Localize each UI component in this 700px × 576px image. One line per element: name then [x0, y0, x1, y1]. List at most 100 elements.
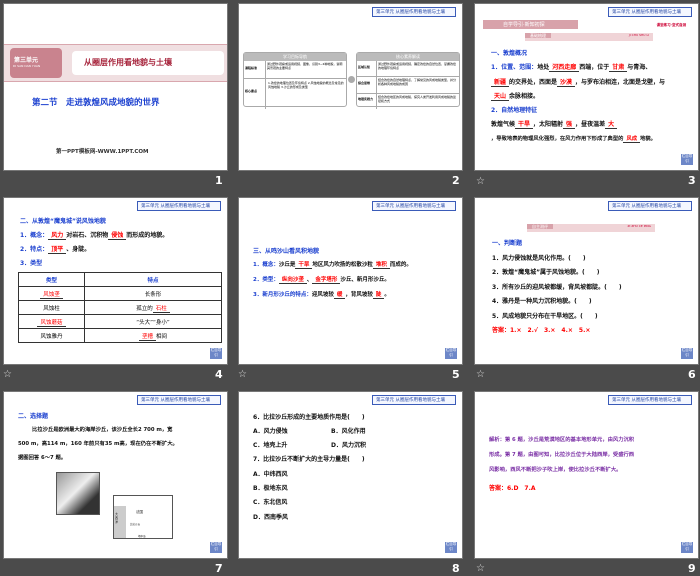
answer-blank: 缓	[333, 292, 346, 299]
answer-text: 答案：1.× 2.√ 3.× 4.× 5.×	[492, 327, 591, 334]
row-text: 1.敦煌的地理位置及环境特点 2.风蚀地貌的概念及常见的风蚀地貌 3.沙丘的形成…	[268, 81, 344, 89]
section-banner: 自学导引·新知初探	[483, 20, 578, 29]
connector-icon	[348, 76, 355, 83]
heading: 一、判断题	[492, 240, 523, 247]
nav-button[interactable]: 栏目导引	[445, 542, 457, 553]
slide-number: 2	[452, 174, 460, 187]
unit-header-badge: 第三单元 从圈层作用看地貌与土壤	[372, 7, 456, 17]
text: ，背风坡较	[345, 292, 373, 298]
question-item: 3．所有沙丘的迎风坡都缓，背风坡都陡。( )	[492, 284, 622, 291]
question-item: 1．风力侵蚀就是风化作用。( )	[492, 255, 586, 262]
slide-number: 3	[688, 174, 696, 187]
banner-right: 课堂练习·变式自测	[656, 23, 686, 27]
slide-thumbnail-6[interactable]: 第三单元 从圈层作用看地貌与土壤 自主测评 ZI ZHU CE PING 一、判断…	[474, 197, 699, 365]
feature-text: 相间	[156, 333, 168, 340]
map-label: 比拉沙丘	[130, 523, 141, 526]
text: 而形成的地貌。	[126, 232, 169, 239]
sub-banner-pinyin: ZI ZHU CE PING	[627, 224, 651, 228]
question-item: 4．雅丹是一种风力沉积地貌。( )	[492, 298, 592, 305]
text: 余脉相接。	[509, 93, 540, 100]
unit-header-badge: 第三单元 从圈层作用看地貌与土壤	[608, 7, 692, 17]
row-text: 结合敦煌地区的风成地貌，探究人类开发利用风成地貌的途径和方式	[378, 95, 457, 103]
answer-blank: 河西走廊	[549, 64, 580, 72]
column-header: 类型	[18, 272, 85, 287]
nav-button[interactable]: 栏目导引	[681, 154, 693, 165]
answer-blank: 强	[563, 121, 576, 129]
heading: 三、从鸣沙山看风积地貌	[253, 248, 320, 255]
answer-text: 答案：6.D 7.A	[489, 485, 536, 492]
analysis-line: 风影响，西风不断把沙子吹上岸，使比拉沙丘不断扩大。	[489, 467, 622, 473]
row-label: 综合思维	[357, 77, 377, 93]
answer-blank: 大	[605, 121, 618, 129]
question-text: 7．比拉沙丘不断扩大的主导力量是( )	[253, 456, 365, 463]
option: D．风力沉积	[331, 442, 366, 449]
label: 1．位置、范围：	[491, 64, 538, 71]
text: 与青海、	[627, 64, 652, 71]
option: A．中纬西风	[253, 471, 288, 478]
star-icon[interactable]: ☆	[476, 369, 485, 380]
answer-blank: 沙漠	[557, 79, 576, 87]
question-item: 5．风成地貌只分布在干旱地区。( )	[492, 313, 598, 320]
slide-thumbnail-3[interactable]: 第三单元 从圈层作用看地貌与土壤 自学导引·新知初探 课堂练习·变式自测 基础梳…	[474, 3, 699, 171]
slide-thumbnail-4[interactable]: 第三单元 从圈层作用看地貌与土壤 二、从敦煌“魔鬼城”说风蚀地貌 1．概念： 风力…	[3, 197, 228, 365]
text: 沙丘是	[278, 262, 296, 268]
option: A．风力侵蚀	[253, 428, 288, 435]
text: 地貌。	[640, 136, 656, 142]
text: 地处	[537, 64, 550, 71]
star-icon[interactable]: ☆	[476, 176, 485, 187]
text: ，导致地表的物理风化强烈，在风力作用下形成了典型的	[491, 136, 624, 142]
slide-thumbnail-7[interactable]: 第三单元 从圈层作用看地貌与土壤 二、选择题 比拉沙丘是欧洲最大的海岸沙丘，该沙…	[3, 391, 228, 559]
nav-button[interactable]: 栏目导引	[210, 348, 222, 359]
type-cell: 风蚀蘑菇	[37, 319, 66, 327]
map-label: 大西洋	[115, 512, 119, 524]
answer-blank: 纵向沙垄	[278, 277, 307, 284]
location-map: 法国 大西洋 比拉沙丘 地中海	[113, 495, 173, 539]
column-header: 特点	[84, 272, 222, 287]
label: 2．特点：	[20, 246, 49, 253]
answer-blank: 侵蚀	[108, 232, 127, 240]
analysis-line: 解析：第 6 题，沙丘是荒漠地区的基本地形单元，由风力沉积	[489, 437, 635, 443]
slide-thumbnail-5[interactable]: 第三单元 从圈层作用看地貌与土壤 三、从鸣沙山看风积地貌 1．概念：沙丘是 干旱地…	[238, 197, 463, 365]
nav-button[interactable]: 栏目导引	[681, 348, 693, 359]
heading: 二、选择题	[18, 413, 49, 420]
label: 3．新月形沙丘的特点：	[253, 292, 312, 298]
nav-button[interactable]: 栏目导引	[210, 542, 222, 553]
slide-number: 8	[452, 562, 460, 575]
paragraph-line: 500 m，高114 m，160 年前只有35 m高，现在仍在不断扩大。	[18, 441, 178, 447]
unit-header-badge: 第三单元 从圈层作用看地貌与土壤	[608, 201, 692, 211]
question-text: 6．比拉沙丘形成的主要地质作用是( )	[253, 414, 365, 421]
map-label: 法国	[136, 510, 143, 514]
nav-button[interactable]: 栏目导引	[445, 348, 457, 359]
text: 地区风力吹扬的松散沙粒	[312, 262, 373, 268]
unit-label: 第三单元	[14, 57, 39, 64]
footer-text: 第一PPT模板网-WWW.1PPT.COM	[56, 149, 149, 155]
option: B．极地东风	[253, 485, 288, 492]
text: 而成的。	[389, 262, 412, 268]
slide-thumbnail-1[interactable]: 第三单元 DI SAN DAN YUAN 从圈层作用看地貌与土壤 第二节 走进敦…	[3, 3, 228, 171]
answer-blank: 顶平	[48, 246, 67, 254]
star-icon[interactable]: ☆	[3, 369, 12, 380]
slide-number: 1	[215, 174, 223, 187]
type-cell: 风蚀柱	[18, 300, 85, 315]
table-row: 风蚀垄 长条形	[18, 286, 222, 301]
slide-number: 4	[215, 368, 223, 381]
text: ，太阳辐射	[533, 121, 564, 128]
answer-blank: 风力	[48, 232, 67, 240]
text: 的交界处，西面是	[509, 79, 558, 86]
slide-thumbnail-8[interactable]: 第三单元 从圈层作用看地貌与土壤 6．比拉沙丘形成的主要地质作用是( ) A．风…	[238, 391, 463, 559]
star-icon[interactable]: ☆	[476, 563, 485, 574]
slide-thumbnail-2[interactable]: 第三单元 从圈层作用看地貌与土壤 学习目标导航 课程标准 通过野外观察或运用视频、…	[238, 3, 463, 171]
star-icon[interactable]: ☆	[238, 369, 247, 380]
slide-number: 5	[452, 368, 460, 381]
slide-thumbnail-9[interactable]: 第三单元 从圈层作用看地貌与土壤 解析：第 6 题，沙丘是荒漠地区的基本地形单元…	[474, 391, 699, 559]
unit-pinyin: DI SAN DAN YUAN	[13, 64, 41, 68]
nav-button[interactable]: 栏目导引	[681, 542, 693, 553]
answer-blank: 堆积	[372, 262, 390, 269]
unit-badge: 第三单元 DI SAN DAN YUAN	[10, 48, 62, 78]
answer-blank: 新疆	[491, 79, 510, 87]
sub-banner-label: 自主测评	[527, 224, 553, 229]
answer-blank: 干旱	[295, 262, 313, 269]
text: 、身陡。	[66, 246, 91, 253]
option: B．风化作用	[331, 428, 366, 435]
unit-title: 从圈层作用看地貌与土壤	[72, 51, 224, 75]
